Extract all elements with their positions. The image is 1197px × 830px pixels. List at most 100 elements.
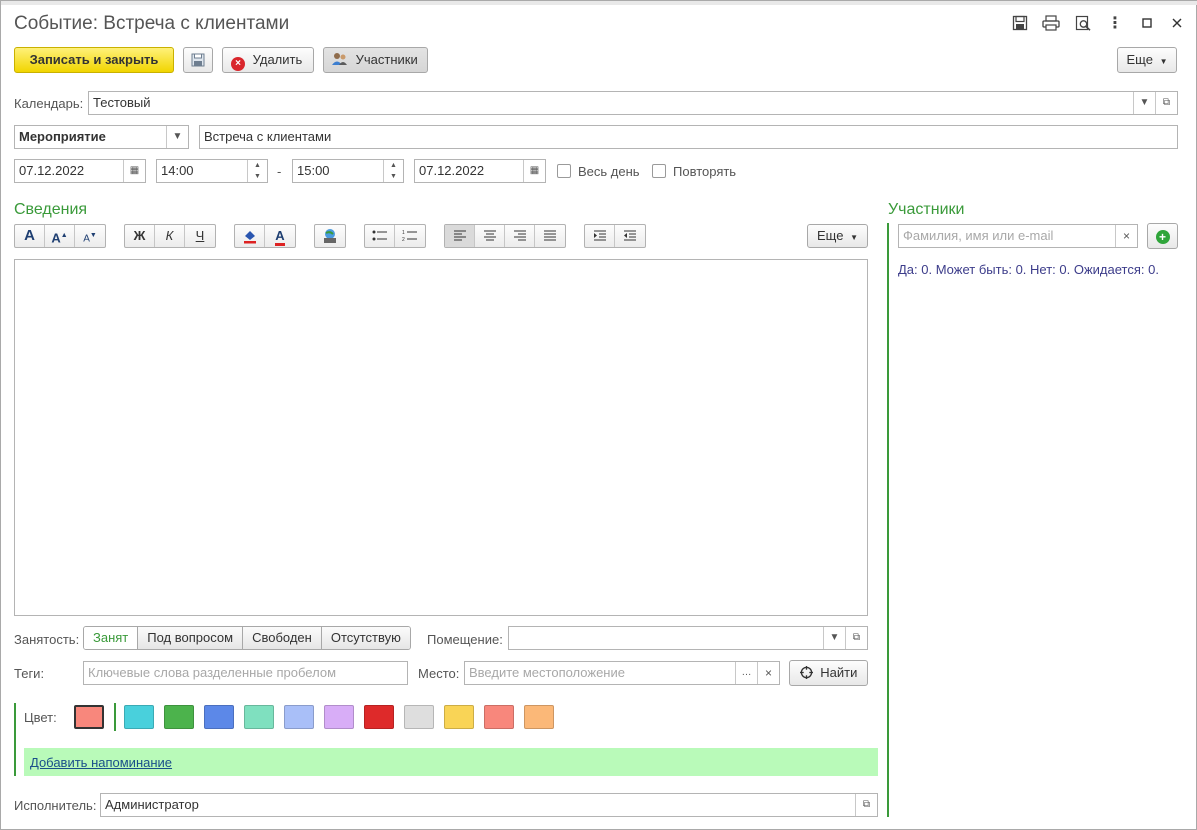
save-icon[interactable] (1011, 15, 1029, 33)
delete-button[interactable]: × Удалить (222, 47, 314, 73)
calendar-label: Календарь: (14, 96, 84, 111)
end-time-value: 15:00 (297, 163, 330, 178)
close-icon[interactable] (1168, 15, 1186, 33)
calendar-icon[interactable]: ▦ (523, 160, 545, 182)
all-day-checkbox[interactable] (557, 164, 571, 178)
calendar-field[interactable]: Тестовый ▼ ⧉ (88, 91, 1178, 115)
save-button[interactable] (183, 47, 213, 73)
place-label: Место: (418, 666, 460, 681)
font-decrease-icon[interactable]: A▼ (75, 225, 105, 247)
color-swatch[interactable] (444, 705, 474, 729)
align-left-icon[interactable] (445, 225, 475, 247)
text-color-icon[interactable]: A (265, 225, 295, 247)
indent-increase-icon[interactable] (585, 225, 615, 247)
find-button[interactable]: Найти (789, 660, 868, 686)
tags-label: Теги: (14, 666, 45, 681)
align-justify-icon[interactable] (535, 225, 565, 247)
repeat-label: Повторять (673, 164, 737, 179)
more-vertical-icon[interactable]: ⋮ (1106, 15, 1124, 33)
end-date-field[interactable]: 07.12.2022 ▦ (414, 159, 546, 183)
color-swatch[interactable] (524, 705, 554, 729)
start-date-field[interactable]: 07.12.2022 ▦ (14, 159, 146, 183)
participants-button[interactable]: Участники (323, 47, 428, 73)
end-time-field[interactable]: 15:00 ▲ ▼ (292, 159, 404, 183)
italic-button[interactable]: К (155, 225, 185, 247)
busy-option-away[interactable]: Отсутствую (321, 627, 410, 649)
busy-option-tentative[interactable]: Под вопросом (138, 627, 244, 649)
print-icon[interactable] (1042, 15, 1060, 33)
dropdown-arrow-icon: ▼ (850, 233, 858, 242)
room-label: Помещение: (427, 632, 503, 647)
more-button[interactable]: Еще ▼ (1117, 47, 1177, 73)
ellipsis-icon[interactable]: … (735, 662, 757, 684)
color-swatch[interactable] (364, 705, 394, 729)
align-center-icon[interactable] (475, 225, 505, 247)
executor-field[interactable]: Администратор ⧉ (100, 793, 878, 817)
people-icon (332, 50, 348, 65)
event-type-field[interactable]: Мероприятие ▼ (14, 125, 189, 149)
participants-summary: Да: 0. Может быть: 0. Нет: 0. Ожидается:… (898, 262, 1159, 277)
selected-color-swatch[interactable] (74, 705, 104, 729)
color-swatch[interactable] (324, 705, 354, 729)
tags-input[interactable]: Ключевые слова разделенные пробелом (83, 661, 408, 685)
calendar-value: Тестовый (93, 95, 151, 110)
room-field[interactable]: ▼ ⧉ (508, 626, 868, 650)
repeat-checkbox[interactable] (652, 164, 666, 178)
spinner-icon[interactable]: ▲ ▼ (247, 160, 267, 182)
color-swatch[interactable] (124, 705, 154, 729)
save-close-button[interactable]: Записать и закрыть (14, 47, 174, 73)
target-icon (799, 665, 813, 680)
fill-color-icon[interactable] (235, 225, 265, 247)
event-window: Событие: Встреча с клиентами ⋮ Записать … (0, 0, 1197, 830)
dropdown-arrow-icon[interactable]: ▼ (823, 627, 845, 649)
dropdown-arrow-icon[interactable]: ▼ (166, 126, 188, 148)
participants-label: Участники (355, 52, 418, 67)
open-icon[interactable]: ⧉ (855, 794, 877, 816)
place-input[interactable]: Введите местоположение … × (464, 661, 780, 685)
font-increase-icon[interactable]: A▲ (45, 225, 75, 247)
font-icon[interactable]: A (15, 225, 45, 247)
align-right-icon[interactable] (505, 225, 535, 247)
indent-group (584, 224, 646, 248)
dropdown-arrow-icon: ▼ (1159, 57, 1168, 66)
more-label: Еще (1126, 52, 1153, 67)
svg-text:1: 1 (402, 230, 405, 236)
color-swatch[interactable] (484, 705, 514, 729)
add-participant-button[interactable]: + (1147, 223, 1178, 249)
color-label: Цвет: (24, 710, 57, 725)
details-more-button[interactable]: Еще ▼ (807, 224, 868, 248)
bullet-list-icon[interactable] (365, 225, 395, 247)
spinner-icon[interactable]: ▲ ▼ (383, 160, 403, 182)
busy-option-free[interactable]: Свободен (243, 627, 322, 649)
insert-image-icon[interactable] (315, 225, 345, 247)
preview-icon[interactable] (1074, 15, 1092, 33)
color-swatch[interactable] (164, 705, 194, 729)
dropdown-arrow-icon[interactable]: ▼ (1133, 92, 1155, 114)
maximize-icon[interactable] (1138, 15, 1156, 33)
calendar-icon[interactable]: ▦ (123, 160, 145, 182)
window-title: Событие: Встреча с клиентами (14, 13, 290, 34)
participants-accent-bar (887, 223, 889, 817)
subject-field[interactable]: Встреча с клиентами (199, 125, 1178, 149)
group-accent-bar (14, 703, 16, 776)
numbered-list-icon[interactable]: 12 (395, 225, 425, 247)
start-time-field[interactable]: 14:00 ▲ ▼ (156, 159, 268, 183)
color-swatch[interactable] (204, 705, 234, 729)
bold-button[interactable]: Ж (125, 225, 155, 247)
clear-icon[interactable]: × (757, 662, 779, 684)
details-editor[interactable] (14, 259, 868, 616)
open-icon[interactable]: ⧉ (845, 627, 867, 649)
underline-button[interactable]: Ч (185, 225, 215, 247)
color-swatch[interactable] (284, 705, 314, 729)
color-swatch[interactable] (244, 705, 274, 729)
open-icon[interactable]: ⧉ (1155, 92, 1177, 114)
add-reminder-link[interactable]: Добавить напоминание (30, 755, 172, 770)
color-swatch[interactable] (404, 705, 434, 729)
participant-search-input[interactable]: Фамилия, имя или e-mail × (898, 224, 1138, 248)
busy-option-busy[interactable]: Занят (84, 627, 139, 649)
event-type-value: Мероприятие (19, 129, 106, 144)
clear-icon[interactable]: × (1115, 225, 1137, 247)
delete-label: Удалить (252, 52, 303, 67)
time-dash: - (277, 164, 282, 179)
indent-decrease-icon[interactable] (615, 225, 645, 247)
